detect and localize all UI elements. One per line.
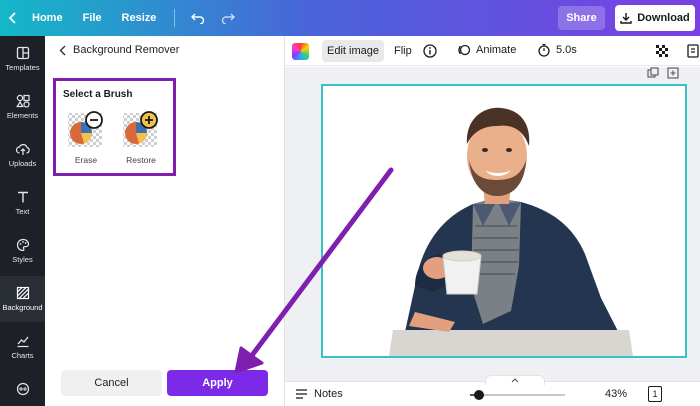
animate-label: Animate bbox=[476, 44, 517, 56]
page-tools bbox=[647, 67, 679, 79]
brush-selector-title: Select a Brush bbox=[63, 89, 133, 100]
panel-header[interactable]: Background Remover bbox=[59, 44, 179, 56]
cancel-button[interactable]: Cancel bbox=[61, 370, 162, 396]
erase-brush-thumbnail bbox=[66, 109, 106, 149]
chevron-up-icon bbox=[511, 378, 519, 383]
shapes-icon bbox=[15, 94, 30, 108]
info-icon bbox=[423, 44, 437, 58]
color-picker-button[interactable] bbox=[292, 43, 309, 60]
position-button[interactable] bbox=[686, 43, 700, 62]
animate-icon bbox=[458, 44, 471, 56]
cloud-upload-icon bbox=[15, 144, 30, 155]
notes-icon bbox=[296, 389, 307, 399]
file-menu[interactable]: File bbox=[73, 0, 112, 36]
download-icon bbox=[620, 13, 632, 24]
collapse-handle[interactable] bbox=[485, 375, 545, 385]
status-bar: Notes 43% 1 bbox=[285, 375, 700, 406]
background-remover-panel: Background Remover Select a Brush Erase … bbox=[45, 36, 285, 406]
duration-label: 5.0s bbox=[556, 44, 577, 56]
rail-item-background[interactable]: Background bbox=[0, 276, 45, 322]
rail-item-charts[interactable]: Charts bbox=[0, 324, 45, 370]
chevron-left-icon bbox=[8, 12, 16, 24]
edit-image-button[interactable]: Edit image bbox=[322, 40, 384, 62]
download-label: Download bbox=[637, 12, 690, 24]
transparency-button[interactable] bbox=[655, 44, 669, 61]
zoom-slider[interactable] bbox=[470, 390, 565, 400]
rail-item-templates[interactable]: Templates bbox=[0, 36, 45, 82]
download-button[interactable]: Download bbox=[615, 5, 695, 31]
brush-selector: Select a Brush Erase Restore bbox=[53, 78, 176, 176]
erase-brush-icon bbox=[68, 111, 103, 147]
chart-line-icon bbox=[17, 336, 29, 348]
home-menu[interactable]: Home bbox=[22, 0, 73, 36]
add-page-icon[interactable] bbox=[667, 67, 679, 79]
rail-label-styles: Styles bbox=[12, 255, 33, 264]
hatch-icon bbox=[16, 286, 29, 300]
transparency-icon bbox=[656, 45, 668, 57]
chevron-left-icon bbox=[59, 45, 66, 55]
erase-brush-button[interactable]: Erase bbox=[63, 109, 109, 165]
position-icon bbox=[687, 44, 699, 58]
undo-button[interactable] bbox=[183, 0, 213, 36]
notes-label: Notes bbox=[314, 388, 343, 400]
notes-button[interactable]: Notes bbox=[295, 388, 343, 400]
resize-menu[interactable]: Resize bbox=[112, 0, 167, 36]
animate-button[interactable]: Animate bbox=[457, 43, 516, 57]
redo-button[interactable] bbox=[213, 0, 243, 36]
restore-brush-label: Restore bbox=[126, 155, 156, 165]
rail-label-elements: Elements bbox=[6, 111, 39, 120]
rail-item-styles[interactable]: Styles bbox=[0, 228, 45, 274]
redo-icon bbox=[222, 13, 236, 24]
layout-icon bbox=[16, 46, 29, 60]
undo-icon bbox=[191, 13, 205, 24]
editor-toolbar: Edit image Flip Animate 5.0s bbox=[285, 36, 700, 66]
share-button[interactable]: Share bbox=[558, 6, 605, 30]
topbar-divider bbox=[174, 9, 176, 27]
duplicate-page-icon[interactable] bbox=[647, 67, 659, 79]
side-rail: Templates Elements Uploads Text Styles B… bbox=[0, 36, 45, 406]
info-button[interactable] bbox=[423, 44, 437, 61]
rail-label-charts: Charts bbox=[11, 351, 34, 360]
page-count-button[interactable]: 1 bbox=[648, 386, 662, 402]
person-photo[interactable] bbox=[323, 86, 685, 356]
top-bar: Home File Resize Share Download bbox=[0, 0, 700, 36]
erase-brush-label: Erase bbox=[74, 155, 98, 165]
zoom-slider-knob[interactable] bbox=[474, 390, 484, 400]
rail-label-text: Text bbox=[15, 207, 30, 216]
apps-circle-icon bbox=[16, 382, 29, 396]
design-page[interactable] bbox=[321, 84, 687, 358]
rail-item-more-apps[interactable] bbox=[0, 366, 45, 406]
rail-item-uploads[interactable]: Uploads bbox=[0, 132, 45, 178]
rail-label-uploads: Uploads bbox=[8, 159, 37, 168]
canvas-area bbox=[285, 67, 700, 381]
rail-item-elements[interactable]: Elements bbox=[0, 84, 45, 130]
zoom-level[interactable]: 43% bbox=[605, 388, 627, 400]
restore-brush-thumbnail bbox=[121, 109, 161, 149]
rail-item-text[interactable]: Text bbox=[0, 180, 45, 226]
text-icon bbox=[17, 191, 28, 203]
rail-label-templates: Templates bbox=[5, 63, 40, 72]
palette-icon bbox=[16, 238, 29, 252]
apply-button[interactable]: Apply bbox=[167, 370, 268, 396]
panel-title: Background Remover bbox=[73, 44, 180, 56]
restore-brush-icon bbox=[123, 111, 158, 147]
flip-button[interactable]: Flip bbox=[394, 45, 412, 57]
rail-label-background: Background bbox=[2, 303, 43, 312]
stopwatch-icon bbox=[538, 43, 550, 57]
duration-button[interactable]: 5.0s bbox=[537, 43, 577, 57]
restore-brush-button[interactable]: Restore bbox=[118, 109, 164, 165]
back-button[interactable] bbox=[0, 0, 22, 36]
